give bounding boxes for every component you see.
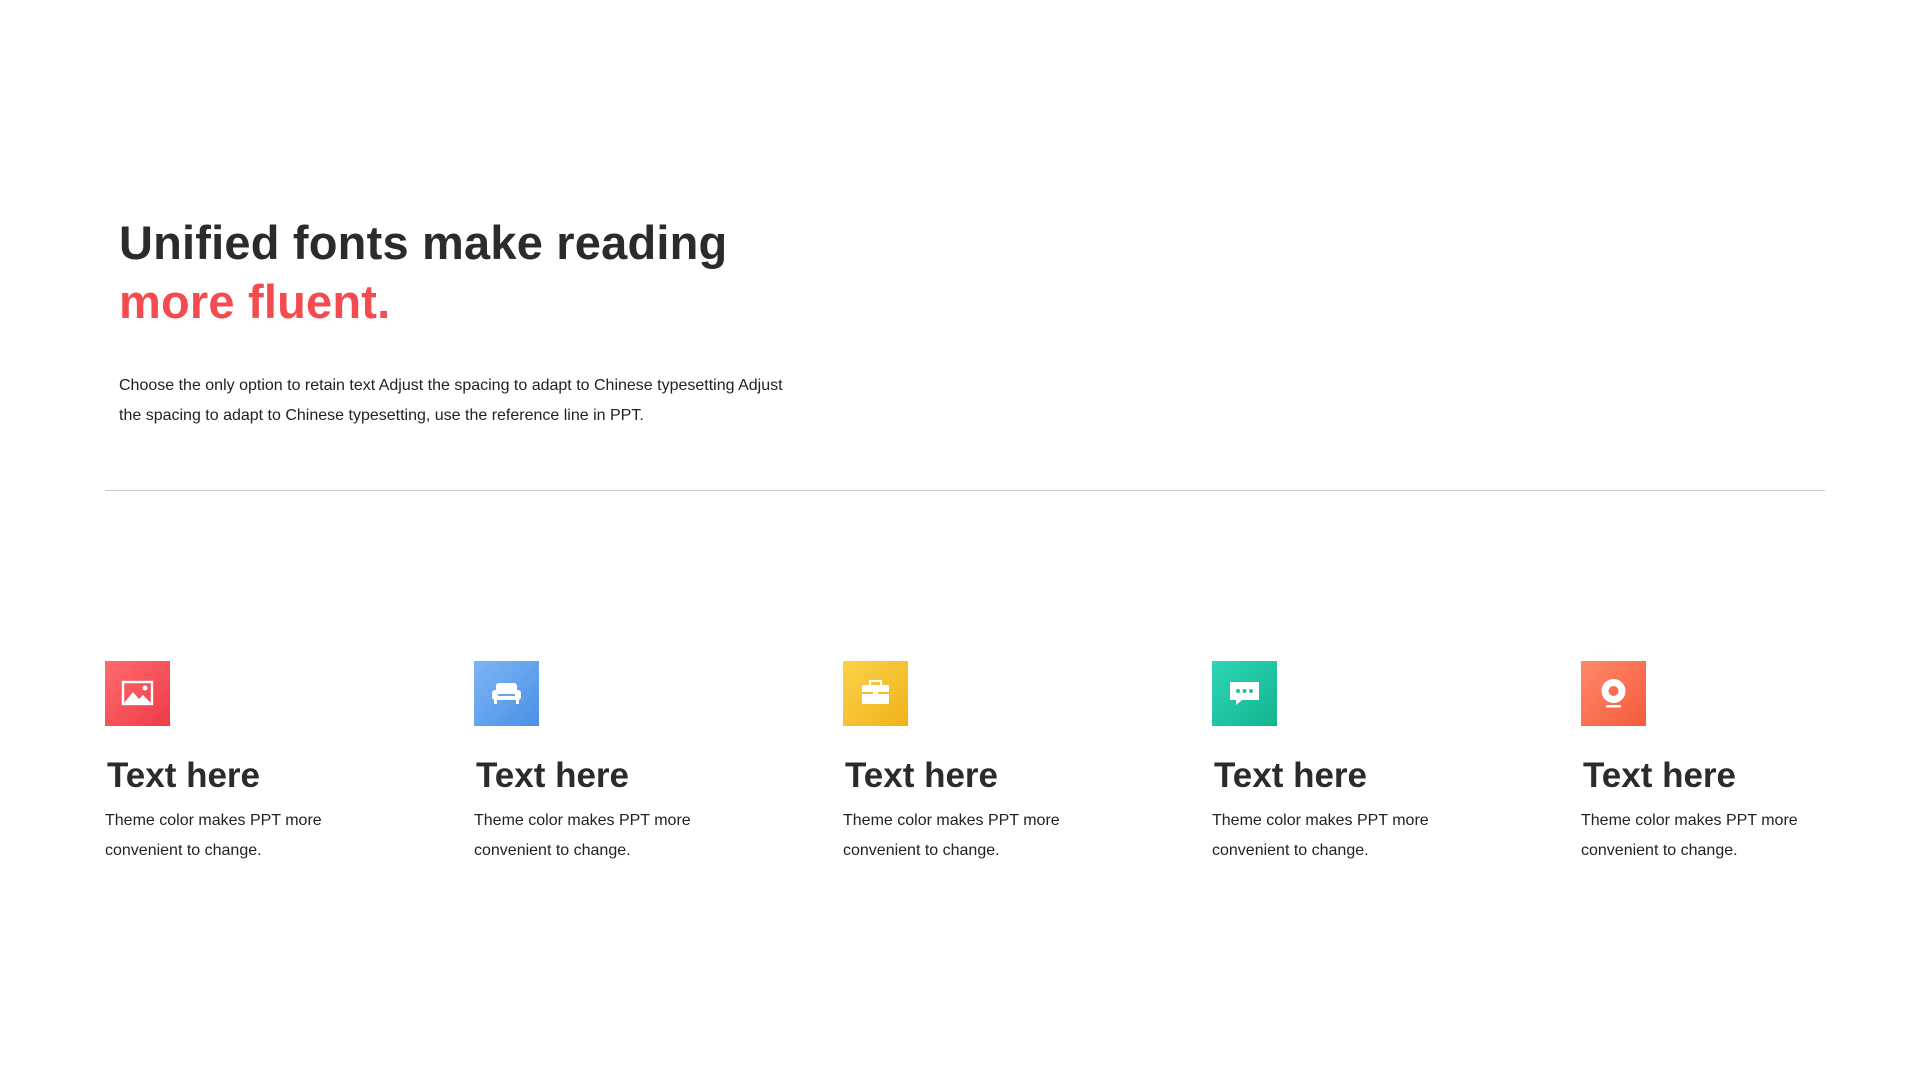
image-icon — [105, 661, 170, 726]
webcam-icon — [1581, 661, 1646, 726]
briefcase-icon — [843, 661, 908, 726]
feature-icon-box-1 — [105, 661, 170, 726]
feature-icon-box-4 — [1212, 661, 1277, 726]
feature-icon-box-5 — [1581, 661, 1646, 726]
feature-title-2: Text here — [476, 756, 630, 795]
chat-icon — [1212, 661, 1277, 726]
feature-item-1: Text here Theme color makes PPT more con… — [105, 661, 405, 866]
feature-text-2: Theme color makes PPT more convenient to… — [474, 812, 691, 859]
feature-text-4: Theme color makes PPT more convenient to… — [1212, 812, 1429, 859]
title-line-2-accent: more fluent. — [119, 275, 391, 328]
feature-item-4: Text here Theme color makes PPT more con… — [1212, 661, 1512, 866]
intro-paragraph: Choose the only option to retain text Ad… — [119, 377, 783, 424]
feature-item-2: Text here Theme color makes PPT more con… — [474, 661, 774, 866]
divider — [105, 490, 1825, 491]
title-line-1: Unified fonts make reading — [119, 216, 728, 269]
feature-icon-box-3 — [843, 661, 908, 726]
feature-text-3: Theme color makes PPT more convenient to… — [843, 812, 1060, 859]
feature-title-1: Text here — [107, 756, 261, 795]
feature-item-3: Text here Theme color makes PPT more con… — [843, 661, 1143, 866]
feature-icon-box-2 — [474, 661, 539, 726]
sofa-icon — [474, 661, 539, 726]
hero-section: Unified fonts make reading more fluent. … — [119, 213, 839, 431]
feature-title-5: Text here — [1583, 756, 1737, 795]
feature-item-5: Text here Theme color makes PPT more con… — [1581, 661, 1881, 866]
feature-text-1: Theme color makes PPT more convenient to… — [105, 812, 322, 859]
feature-title-3: Text here — [845, 756, 999, 795]
slide: Unified fonts make reading more fluent. … — [0, 0, 1920, 1080]
features-row: Text here Theme color makes PPT more con… — [105, 661, 1825, 881]
page-title: Unified fonts make reading more fluent. — [119, 213, 839, 331]
feature-text-5: Theme color makes PPT more convenient to… — [1581, 812, 1798, 859]
feature-title-4: Text here — [1214, 756, 1368, 795]
